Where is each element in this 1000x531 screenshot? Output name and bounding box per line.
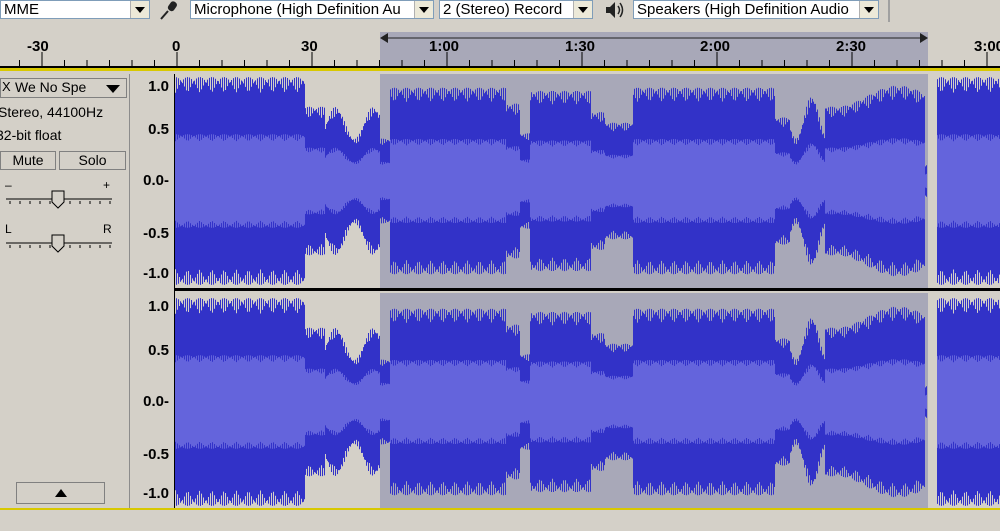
chevron-down-icon[interactable] <box>859 1 878 18</box>
scale-label: 1.0 <box>148 298 169 315</box>
scale-label: -0.5 <box>143 446 169 463</box>
audio-host-value: MME <box>4 1 39 18</box>
playback-device-select[interactable]: Speakers (High Definition Audio <box>633 0 879 19</box>
microphone-icon <box>160 1 177 20</box>
chevron-down-icon[interactable] <box>130 1 149 18</box>
speaker-icon <box>606 2 624 18</box>
track-format: Stereo, 44100Hz <box>0 104 104 120</box>
chevron-down-icon[interactable] <box>414 1 433 18</box>
mute-button[interactable]: Mute <box>0 151 56 170</box>
playhead-bar <box>0 68 1000 71</box>
recording-channels-select[interactable]: 2 (Stereo) Record <box>439 0 593 19</box>
amplitude-ruler: 1.0 0.5 0.0- -0.5 -1.0 1.0 0.5 0.0- -0.5… <box>130 74 175 508</box>
solo-button[interactable]: Solo <box>59 151 126 170</box>
audio-host-select[interactable]: MME <box>0 0 150 19</box>
chevron-down-icon[interactable] <box>106 85 120 93</box>
waveform-channel-right <box>175 298 1000 506</box>
track-control-panel: X We No Spe Stereo, 44100Hz 32-bit float… <box>0 74 130 508</box>
scale-label: 0.0- <box>143 172 169 189</box>
track-name-menu[interactable]: X We No Spe <box>0 78 127 98</box>
pan-slider-thumb <box>51 234 65 253</box>
playback-device-value: Speakers (High Definition Audio <box>637 1 849 18</box>
status-bar <box>0 508 1000 531</box>
scale-label: -1.0 <box>143 485 169 502</box>
scale-label: -0.5 <box>143 225 169 242</box>
waveform-channel-left <box>175 77 1000 285</box>
recording-channels-value: 2 (Stereo) Record <box>443 1 563 18</box>
scale-label: 0.5 <box>148 121 169 138</box>
scale-label: 0.5 <box>148 342 169 359</box>
toolbar-divider <box>888 0 890 22</box>
recording-device-value: Microphone (High Definition Au <box>194 1 401 18</box>
track-bit-depth: 32-bit float <box>0 127 62 143</box>
chevron-down-icon[interactable] <box>573 1 592 18</box>
recording-device-select[interactable]: Microphone (High Definition Au <box>190 0 434 19</box>
timeline-ruler[interactable]: -30 0 30 1:00 1:30 2:00 2:30 3:00 <box>0 24 1000 71</box>
scale-label: 0.0- <box>143 393 169 410</box>
collapse-track-button[interactable] <box>16 482 105 504</box>
device-toolbar: MME Microphone (High Definition Au 2 (St… <box>0 0 1000 25</box>
waveform-display[interactable] <box>175 74 1000 508</box>
gain-slider-thumb <box>51 190 65 209</box>
scale-label: -1.0 <box>143 265 169 282</box>
triangle-up-icon <box>54 489 67 497</box>
pan-slider[interactable] <box>4 232 116 254</box>
ruler-ticks <box>19 52 988 66</box>
gain-slider[interactable] <box>4 188 116 210</box>
close-icon[interactable]: X <box>2 79 11 94</box>
scale-label: 1.0 <box>148 78 169 95</box>
track-name: We No Spe <box>15 79 87 95</box>
